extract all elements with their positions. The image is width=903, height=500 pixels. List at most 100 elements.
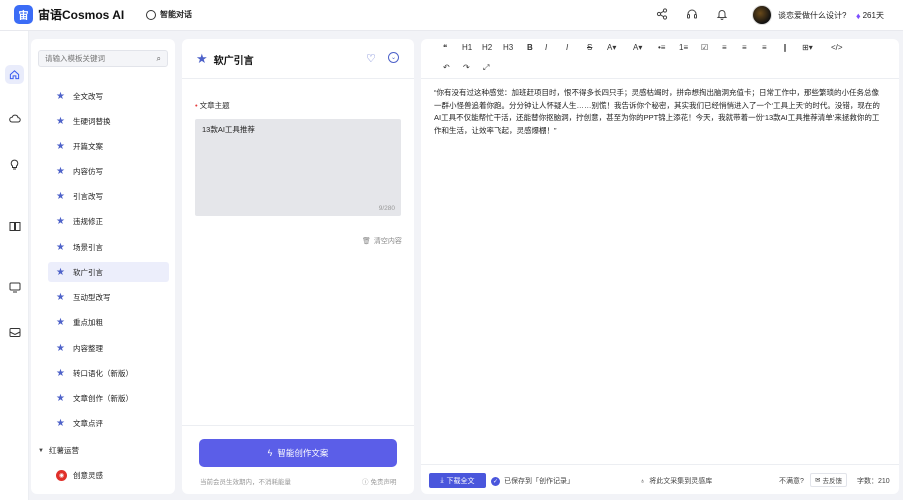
template-item[interactable]: ★ 生硬词替换 — [48, 111, 169, 131]
bell-icon[interactable] — [715, 8, 729, 22]
heading-1[interactable]: H1 — [462, 42, 472, 54]
bold-icon[interactable]: B — [527, 42, 533, 54]
rail-library[interactable] — [5, 217, 24, 236]
template-item[interactable]: ★ 内容仿写 — [48, 161, 169, 181]
template-item-label: 场景引言 — [73, 242, 103, 252]
top-header: 宙 宙语Cosmos AI 智能对话 谈恋爱做什么设计? ♦ 261天 — [0, 0, 903, 31]
share-icon[interactable] — [655, 8, 669, 22]
template-item-label: 违规修正 — [73, 216, 103, 226]
code-icon[interactable]: </> — [831, 42, 843, 54]
template-item[interactable]: ★ 软广引言 — [48, 262, 169, 282]
template-star-icon: ★ — [56, 90, 65, 102]
template-item[interactable]: ★ 引言改写 — [48, 186, 169, 206]
collect-button[interactable]: ♁ 将此文采集到灵感库 — [640, 476, 712, 486]
font-color-icon[interactable]: A▾ — [607, 42, 616, 54]
feedback-button[interactable]: ✉ 去反馈 — [810, 473, 847, 487]
heading-3[interactable]: H3 — [503, 42, 513, 54]
divider-icon[interactable]: ∥ — [783, 42, 787, 54]
clear-label: 清空内容 — [373, 238, 402, 245]
template-item-label: 文章创作（新版） — [73, 393, 133, 403]
template-item-label: 内容整理 — [73, 343, 103, 353]
ordered-list-icon[interactable]: 1≡ — [679, 42, 688, 54]
user-profile[interactable]: 谈恋爱做什么设计? — [752, 5, 846, 25]
align-center-icon[interactable]: ≡ — [742, 42, 747, 54]
align-left-icon[interactable]: ≡ — [722, 42, 727, 54]
template-item[interactable]: ★ 转口语化（新版） — [48, 363, 169, 383]
template-item-label: 互动型改写 — [73, 292, 111, 302]
template-star-icon: ★ — [56, 417, 65, 429]
quote-icon[interactable]: ❝ — [443, 42, 447, 54]
topic-textarea[interactable]: 13款AI工具推荐 9/280 — [195, 119, 401, 216]
trash-icon: 🗑 — [362, 238, 371, 245]
nav-smart-chat[interactable]: 智能对话 — [146, 9, 192, 20]
generate-button[interactable]: ϟ 智能创作文案 — [199, 439, 397, 467]
editor-footer: ⤓ 下载全文 ✓ 已保存到「创作记录」 ♁ 将此文采集到灵感库 不满意? ✉ 去… — [421, 464, 899, 494]
avatar[interactable] — [752, 5, 772, 25]
template-item[interactable]: ★ 全文改写 — [48, 86, 169, 106]
table-icon[interactable]: ⊞▾ — [802, 42, 813, 54]
redo-icon[interactable]: ↷ — [463, 62, 470, 74]
template-panel: ⌕ ★ 全文改写 ★ 生硬词替换 ★ 开篇文案 ★ 内容仿写 ★ 引言改写 ★ 违规修正 ★ 场景引言 ★ 软… — [31, 39, 175, 494]
template-item[interactable]: ★ 文章创作（新版） — [48, 388, 169, 408]
template-item[interactable]: ★ 违规修正 — [48, 211, 169, 231]
form-title-text: 软广引言 — [213, 55, 254, 67]
collect-label: 将此文采集到灵感库 — [649, 478, 713, 485]
home-icon — [9, 70, 20, 80]
app-logo[interactable]: 宙 宙语Cosmos AI — [14, 5, 124, 24]
align-right-icon[interactable]: ≡ — [762, 42, 767, 54]
saved-label: 已保存到「创作记录」 — [504, 478, 574, 485]
template-star-icon: ★ — [196, 51, 208, 66]
disclaimer-link[interactable]: ⓘ 免责声明 — [362, 476, 397, 486]
editor-content[interactable]: “你有没有过这种感觉：加班赶项目时，恨不得多长四只手；灵感枯竭时，拼命想掏出脑洞… — [434, 87, 884, 137]
template-star-icon: ★ — [56, 140, 65, 152]
download-button[interactable]: ⤓ 下载全文 — [429, 473, 486, 488]
rail-monitor[interactable] — [5, 278, 24, 297]
template-item[interactable]: ★ 文章点评 — [48, 413, 169, 433]
template-search-input[interactable] — [45, 54, 157, 63]
word-count: 字数：210 — [857, 478, 890, 485]
download-label: 下载全文 — [446, 477, 475, 485]
headset-icon[interactable] — [685, 8, 699, 22]
generate-label: 智能创作文案 — [277, 448, 329, 458]
rail-home[interactable] — [5, 65, 24, 84]
template-star-icon: ★ — [56, 215, 65, 227]
left-rail — [0, 31, 29, 500]
template-item[interactable]: ★ 互动型改写 — [48, 287, 169, 307]
form-footer: ϟ 智能创作文案 当前会员生效期内，不消耗能量 ⓘ 免责声明 — [182, 425, 414, 494]
template-item[interactable]: ★ 内容整理 — [48, 338, 169, 358]
membership-note: 当前会员生效期内，不消耗能量 — [200, 479, 291, 486]
template-item[interactable]: ★ 场景引言 — [48, 237, 169, 257]
template-item-label: 生硬词替换 — [73, 116, 111, 126]
strikethrough-icon[interactable]: S — [587, 42, 592, 54]
template-search[interactable]: ⌕ — [38, 50, 168, 67]
vip-badge[interactable]: ♦ 261天 — [856, 10, 884, 21]
checklist-icon[interactable]: ☑ — [701, 42, 708, 54]
template-item[interactable]: ★ 重点加粗 — [48, 312, 169, 332]
topic-value[interactable]: 13款AI工具推荐 — [202, 124, 394, 135]
bullet-list-icon[interactable]: •≡ — [658, 42, 665, 54]
field-label-text: 文章主题 — [199, 101, 230, 110]
italic-icon[interactable]: I — [545, 42, 547, 54]
cloud-icon — [8, 114, 21, 123]
rail-ideas[interactable] — [5, 154, 24, 173]
template-item-label: 转口语化（新版） — [73, 368, 133, 378]
group-header[interactable]: ▼ 红薯运营 — [38, 445, 79, 456]
mail-icon — [9, 328, 20, 337]
rail-mail[interactable] — [5, 323, 24, 342]
clear-button[interactable]: 🗑 清空内容 — [362, 236, 402, 246]
field-label: • 文章主题 — [195, 100, 230, 111]
heart-icon[interactable]: ♡ — [366, 52, 376, 65]
search-icon[interactable]: ⌕ — [157, 54, 161, 64]
template-item-label: 重点加粗 — [73, 317, 103, 327]
template-item-idea[interactable]: ◉ 创意灵感 — [48, 465, 169, 485]
rail-cloud[interactable] — [5, 109, 24, 128]
fullscreen-icon[interactable]: ⤢ — [483, 62, 489, 74]
highlight-icon[interactable]: A▾ — [633, 42, 642, 54]
bulb-icon: ♁ — [640, 477, 646, 485]
template-item[interactable]: ★ 开篇文案 — [48, 136, 169, 156]
italic-alt-icon[interactable]: I — [566, 42, 568, 54]
info-icon: ⓘ — [362, 479, 369, 486]
undo-icon[interactable]: ↶ — [443, 62, 450, 74]
chevron-down-icon[interactable]: ⌄ — [388, 52, 399, 63]
heading-2[interactable]: H2 — [482, 42, 492, 54]
